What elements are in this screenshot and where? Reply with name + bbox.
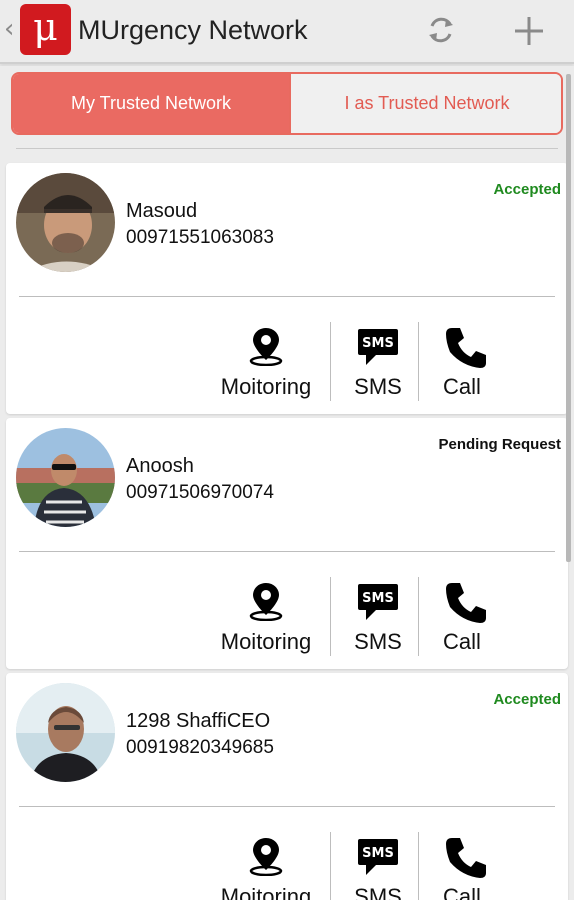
segmented-tabs: My Trusted Network I as Trusted Network — [11, 72, 563, 135]
monitoring-button[interactable]: Moitoring — [212, 322, 320, 402]
svg-text:SMS: SMS — [362, 846, 394, 861]
sms-icon: SMS — [358, 329, 398, 365]
monitoring-button[interactable]: Moitoring — [212, 577, 320, 657]
monitoring-label: Moitoring — [220, 629, 312, 654]
location-pin-icon — [249, 583, 283, 621]
back-caret-icon[interactable]: ‹ — [4, 14, 18, 44]
contact-name: Masoud — [126, 200, 198, 222]
status-badge: Accepted — [493, 691, 561, 708]
sms-icon: SMS — [358, 839, 398, 875]
contact-phone: 00971551063083 — [126, 227, 274, 248]
monitoring-label: Moitoring — [220, 884, 312, 900]
sms-button[interactable]: SMS SMS — [346, 832, 410, 900]
app-logo[interactable]: μ — [20, 4, 71, 55]
status-badge: Accepted — [493, 181, 561, 198]
action-separator — [418, 577, 419, 656]
contact-list-scroll[interactable]: My Trusted Network I as Trusted Network … — [0, 66, 574, 900]
contact-name: Anoosh — [126, 455, 194, 477]
scrollbar[interactable] — [566, 74, 571, 562]
monitoring-button[interactable]: Moitoring — [212, 832, 320, 900]
call-button[interactable]: Call — [432, 832, 492, 900]
call-button[interactable]: Call — [432, 577, 492, 657]
tab-my-trusted-network[interactable]: My Trusted Network — [13, 74, 289, 133]
plus-icon[interactable] — [510, 12, 548, 50]
refresh-icon[interactable] — [424, 13, 458, 47]
call-label: Call — [443, 629, 481, 654]
divider — [16, 148, 558, 149]
svg-text:SMS: SMS — [362, 336, 394, 351]
location-pin-icon — [249, 328, 283, 366]
action-bar: ‹ μ MUrgency Network — [0, 0, 574, 64]
app-title: MUrgency Network — [78, 15, 308, 45]
contact-card[interactable]: 1298 ShaffiCEO 00919820349685 Accepted M… — [6, 673, 568, 900]
contact-card[interactable]: Masoud 00971551063083 Accepted Moitoring… — [6, 163, 568, 414]
contact-card[interactable]: Anoosh 00971506970074 Pending Request Mo… — [6, 418, 568, 669]
contact-phone: 00971506970074 — [126, 482, 274, 503]
card-divider — [19, 296, 555, 297]
card-divider — [19, 551, 555, 552]
action-separator — [418, 832, 419, 900]
monitoring-label: Moitoring — [220, 374, 312, 399]
contact-name: 1298 ShaffiCEO — [126, 710, 271, 732]
tab-i-as-trusted-network[interactable]: I as Trusted Network — [291, 74, 561, 133]
action-separator — [330, 832, 331, 900]
sms-label: SMS — [354, 374, 402, 399]
action-separator — [418, 322, 419, 401]
action-separator — [330, 577, 331, 656]
sms-button[interactable]: SMS SMS — [346, 322, 410, 402]
sms-label: SMS — [354, 629, 402, 654]
card-divider — [19, 806, 555, 807]
avatar — [16, 173, 115, 272]
phone-icon — [446, 328, 486, 368]
sms-button[interactable]: SMS SMS — [346, 577, 410, 657]
contact-phone: 00919820349685 — [126, 737, 274, 758]
phone-icon — [446, 838, 486, 878]
location-pin-icon — [249, 838, 283, 876]
sms-icon: SMS — [358, 584, 398, 620]
avatar — [16, 683, 115, 782]
call-label: Call — [443, 374, 481, 399]
call-label: Call — [443, 884, 481, 900]
status-badge: Pending Request — [438, 436, 561, 453]
call-button[interactable]: Call — [432, 322, 492, 402]
sms-label: SMS — [354, 884, 402, 900]
svg-text:SMS: SMS — [362, 591, 394, 606]
avatar — [16, 428, 115, 527]
action-separator — [330, 322, 331, 401]
phone-icon — [446, 583, 486, 623]
